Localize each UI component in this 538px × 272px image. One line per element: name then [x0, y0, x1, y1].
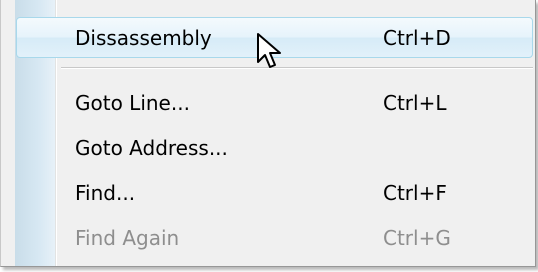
menu-item-goto-line[interactable]: Goto Line... Ctrl+L	[1, 80, 535, 125]
menu-item-label: Goto Address...	[75, 135, 228, 160]
menu-item-goto-address[interactable]: Goto Address...	[1, 125, 535, 170]
menu-item-shortcut: Ctrl+D	[383, 25, 451, 50]
menu-item-find-again: Find Again Ctrl+G	[1, 215, 535, 260]
menu-item-shortcut: Ctrl+L	[383, 90, 447, 115]
menu-item-label: Find Again	[75, 225, 180, 250]
menu-item-label: Find...	[75, 180, 136, 205]
menu-item-label: Goto Line...	[75, 90, 190, 115]
menu-item-shortcut: Ctrl+F	[383, 180, 447, 205]
menu-item-shortcut: Ctrl+G	[383, 225, 451, 250]
menu-item-find[interactable]: Find... Ctrl+F	[1, 170, 535, 215]
menu-item-label: Dissassembly	[75, 25, 212, 50]
mouse-pointer-icon	[257, 33, 281, 68]
menu-separator	[61, 67, 533, 69]
